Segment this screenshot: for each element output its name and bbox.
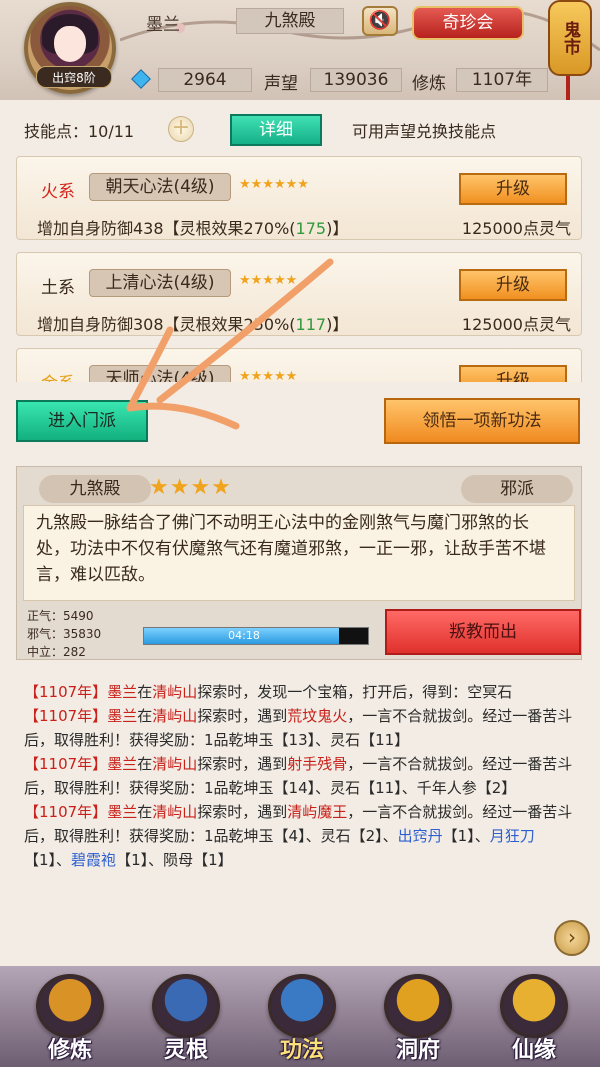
log-entry: 【1107年】墨兰在清屿山探索时，发现一个宝箱，打开后，得到：空冥石 [24,683,513,701]
sound-toggle-button[interactable]: 🔇 [362,6,398,36]
star-rating: ★★★★★ [239,369,298,382]
sect-star-rating: ★★★★ [149,475,232,500]
learn-new-method-button[interactable]: 领悟一项新功法 [384,398,580,444]
upgrade-button[interactable]: 升级 [459,365,567,382]
nav-label: 仙缘 [511,1038,556,1063]
sect-info-panel: 九煞殿 ★★★★ 邪派 九煞殿一脉结合了佛门不动明王心法中的金刚煞气与魔门邪煞的… [16,466,582,660]
pagoda-icon [384,974,452,1038]
log-entry: 【1107年】墨兰在清屿山探索时，遇到清屿魔王，一言不合就拔剑。经过一番苦斗后，… [24,803,573,869]
sect-description: 九煞殿一脉结合了佛门不动明王心法中的金刚煞气与魔门邪煞的长处，功法中不仅有伏魔煞… [23,505,575,601]
gourd-icon [500,974,568,1038]
realm-badge: 出窍8阶 [36,66,112,88]
monk-icon [36,974,104,1038]
event-log[interactable]: 【1107年】墨兰在清屿山探索时，发现一个宝箱，打开后，得到：空冥石 【1107… [24,680,580,872]
bottom-navigation: 修炼 灵根 功法 洞府 仙缘 [0,966,600,1067]
evil-value: 邪气：35830 [27,627,102,641]
effect-text: 增加自身防御308【灵根效果250%(117)】 [37,315,349,334]
next-page-button[interactable]: › [554,920,590,956]
enter-sect-button[interactable]: 进入门派 [16,400,148,442]
neutral-value: 中立：282 [27,645,86,659]
nav-spirit-root[interactable]: 灵根 [144,972,228,1064]
skill-points-text: 技能点：10/11 [24,122,135,141]
cultivation-label: 修炼 [412,74,446,94]
nav-label: 修炼 [47,1038,92,1063]
element-label: 金系 [41,369,75,382]
nav-label: 功法 [279,1038,324,1063]
skill-card: 金系 天师心法(4级) ★★★★★ 升级 [16,348,582,382]
exchange-tip-text: 可用声望兑换技能点 [352,122,497,141]
chevron-right-icon: › [568,925,576,949]
element-label: 火系 [41,182,75,202]
add-skill-point-button[interactable]: + [168,116,194,142]
player-name: 墨兰 [146,15,180,35]
item-link[interactable]: 出窍丹 [398,827,443,845]
item-link[interactable]: 碧霞袍 [71,851,116,869]
betray-sect-button[interactable]: 叛教而出 [385,609,581,655]
reputation-label: 声望 [264,74,298,94]
skill-detail-button[interactable]: 详细 [230,114,322,146]
speaker-muted-icon: 🔇 [368,10,392,31]
sect-name-field: 九煞殿 [236,8,344,34]
spirit-stone-count: 2964 [158,68,252,92]
nav-label: 洞府 [395,1038,440,1063]
skill-card: 火系 朝天心法(4级) ★★★★★★ 升级 增加自身防御438【灵根效果270%… [16,156,582,240]
top-bar: 出窍8阶 墨兰 九煞殿 🔇 奇珍会 鬼市 2964 声望 139036 修炼 1… [0,0,600,100]
reputation-value: 139036 [310,68,402,92]
treasure-auction-button[interactable]: 奇珍会 [412,6,524,40]
log-entry: 【1107年】墨兰在清屿山探索时，遇到射手残骨，一言不合就拔剑。经过一番苦斗后，… [24,755,573,797]
star-rating: ★★★★★★ [239,177,309,192]
scroll-book-icon [268,974,336,1038]
plus-icon: + [171,115,191,140]
faction-tag: 邪派 [461,475,573,503]
skill-card: 土系 上清心法(4级) ★★★★★ 升级 增加自身防御308【灵根效果250%(… [16,252,582,336]
nav-methods[interactable]: 功法 [260,972,344,1064]
element-label: 土系 [41,278,75,298]
sect-title: 九煞殿 [39,475,151,503]
ghost-market-lantern-button[interactable]: 鬼市 [548,0,592,76]
nav-destiny[interactable]: 仙缘 [492,972,576,1064]
cost-text: 125000点灵气 [461,315,571,334]
cooldown-progress-bar: 04:18 [143,627,369,645]
upgrade-button[interactable]: 升级 [459,173,567,205]
nav-label: 灵根 [163,1038,208,1063]
righteous-value: 正气：5490 [27,609,94,623]
cost-text: 125000点灵气 [461,219,571,238]
yin-yang-icon [152,974,220,1038]
method-name: 天师心法(4级) [89,365,231,382]
effect-text: 增加自身防御438【灵根效果270%(175)】 [37,219,349,238]
skill-method-list[interactable]: 火系 朝天心法(4级) ★★★★★★ 升级 增加自身防御438【灵根效果270%… [16,156,582,382]
cooldown-timer: 04:18 [228,629,260,642]
nav-cultivate[interactable]: 修炼 [28,972,112,1064]
star-rating: ★★★★★ [239,273,298,288]
log-entry: 【1107年】墨兰在清屿山探索时，遇到荒坟鬼火，一言不合就拔剑。经过一番苦斗后，… [24,707,573,749]
method-name: 朝天心法(4级) [89,173,231,201]
cultivation-year: 1107年 [456,68,548,92]
nav-cave-dwelling[interactable]: 洞府 [376,972,460,1064]
upgrade-button[interactable]: 升级 [459,269,567,301]
method-name: 上清心法(4级) [89,269,231,297]
item-link[interactable]: 月狂刀 [490,827,535,845]
